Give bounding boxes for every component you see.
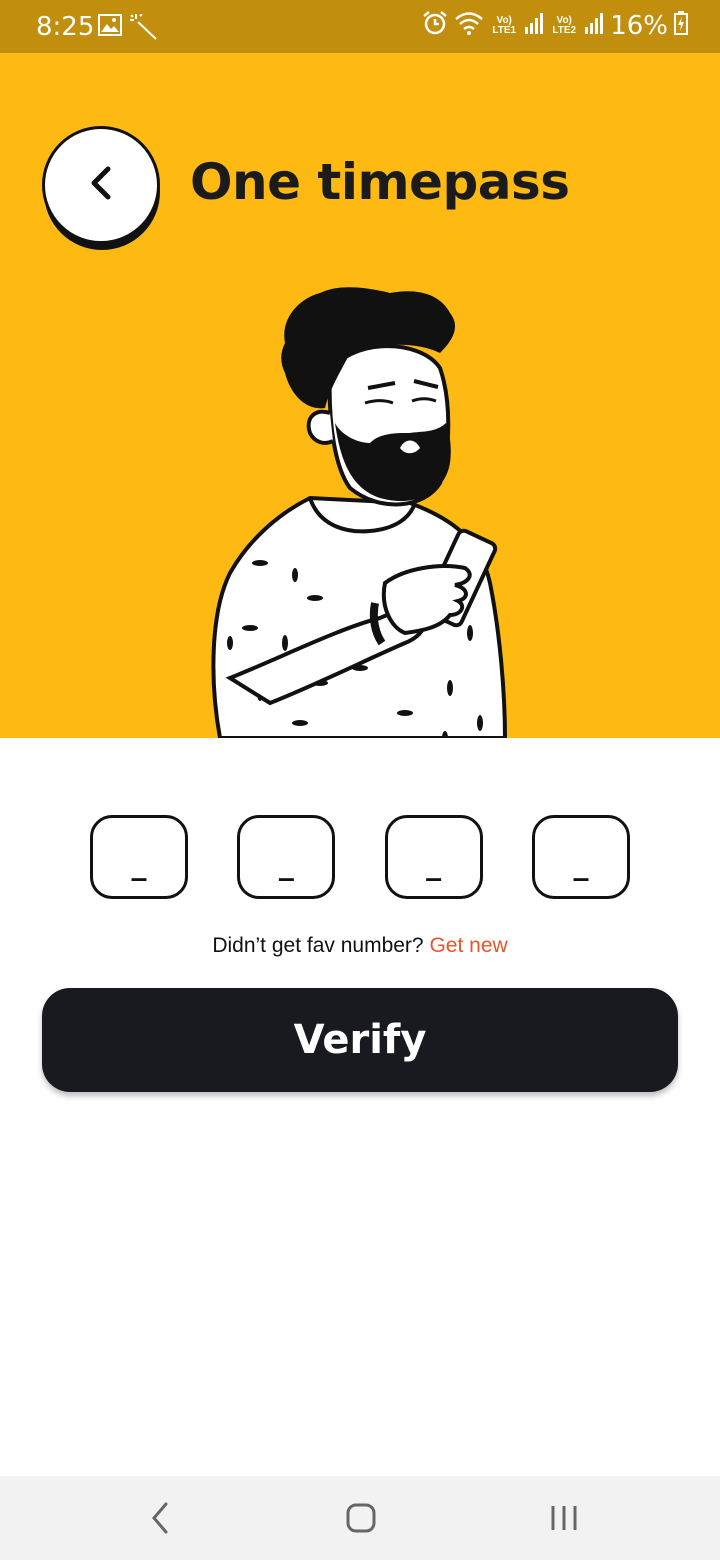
- resend-prompt: Didn’t get fav number?: [212, 934, 424, 957]
- back-icon[interactable]: [148, 1498, 172, 1543]
- wifi-icon: [454, 10, 484, 41]
- man-with-phone-illustration: [211, 287, 508, 738]
- alarm-icon: [422, 10, 448, 41]
- battery-percent: 16%: [610, 10, 668, 41]
- sim1-label: Vo) LTE1: [492, 14, 517, 36]
- otp-digit-input[interactable]: _: [531, 815, 630, 899]
- signal-icon: [524, 11, 544, 40]
- verify-button[interactable]: Verify: [42, 988, 678, 1092]
- get-new-link[interactable]: Get new: [429, 934, 507, 957]
- magic-wand-icon: [130, 13, 158, 45]
- chevron-left-icon: [86, 163, 116, 208]
- signal-icon: [584, 11, 604, 40]
- sim2-label: Vo) LTE2: [552, 14, 577, 36]
- page-title: One timepass: [190, 153, 570, 211]
- battery-charging-icon: [674, 11, 688, 40]
- back-button[interactable]: [42, 126, 160, 244]
- navigation-bar: [0, 1476, 720, 1560]
- otp-digit-input[interactable]: _: [90, 815, 188, 899]
- resend-line: Didn’t get fav number? Get new: [0, 934, 720, 958]
- home-icon[interactable]: [345, 1498, 377, 1543]
- status-time: 8:25: [36, 12, 95, 42]
- status-bar: 8:25 Vo) LTE1 Vo) LTE2 16%: [0, 0, 720, 53]
- image-icon: [98, 14, 122, 45]
- otp-input-row: _ _ _ _: [90, 815, 630, 899]
- recents-icon[interactable]: [548, 1498, 580, 1543]
- hero-section: One timepass: [0, 53, 720, 738]
- otp-digit-input[interactable]: _: [237, 815, 336, 899]
- otp-digit-input[interactable]: _: [384, 815, 483, 899]
